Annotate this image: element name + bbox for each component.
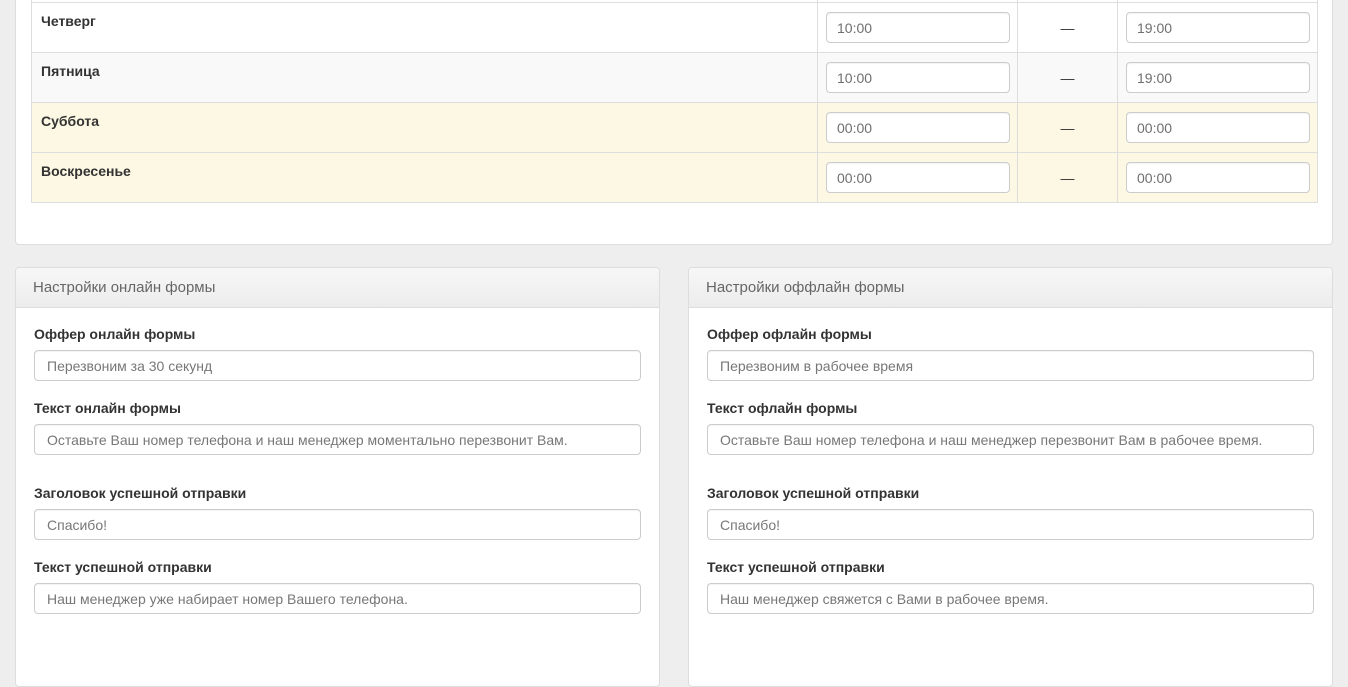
offline-form-settings-panel: Настройки оффлайн формы Оффер офлайн фор… [688, 267, 1333, 687]
time-range-dash: — [1018, 3, 1118, 53]
time-to-input[interactable] [1126, 12, 1310, 43]
day-label: Четверг [32, 3, 818, 53]
time-from-input[interactable] [826, 62, 1010, 93]
panel-title: Настройки онлайн формы [16, 268, 659, 308]
time-to-input[interactable] [1126, 112, 1310, 143]
online-success-title-group: Заголовок успешной отправки [34, 485, 641, 540]
offline-success-title-label: Заголовок успешной отправки [707, 485, 1314, 501]
day-label: Пятница [32, 53, 818, 103]
day-label: Воскресенье [32, 153, 818, 203]
schedule-row-friday: Пятница — [32, 53, 1318, 103]
offline-text-input[interactable] [707, 424, 1314, 455]
offline-form-settings-body: Оффер офлайн формы Текст офлайн формы За… [689, 308, 1332, 651]
offline-offer-group: Оффер офлайн формы [707, 326, 1314, 381]
offline-success-text-input[interactable] [707, 583, 1314, 614]
offline-offer-label: Оффер офлайн формы [707, 326, 1314, 342]
panel-title: Настройки оффлайн формы [689, 268, 1332, 308]
time-range-dash: — [1018, 153, 1118, 203]
offline-success-title-input[interactable] [707, 509, 1314, 540]
schedule-row-saturday: Суббота — [32, 103, 1318, 153]
working-hours-table: Четверг — Пятница — Суббота — Воскресень… [31, 0, 1318, 203]
online-offer-input[interactable] [34, 350, 641, 381]
offline-success-text-group: Текст успешной отправки [707, 559, 1314, 614]
online-success-text-label: Текст успешной отправки [34, 559, 641, 575]
schedule-row-sunday: Воскресенье — [32, 153, 1318, 203]
time-from-input[interactable] [826, 162, 1010, 193]
time-from-input[interactable] [826, 12, 1010, 43]
offline-text-group: Текст офлайн формы [707, 400, 1314, 455]
online-text-input[interactable] [34, 424, 641, 455]
time-to-input[interactable] [1126, 62, 1310, 93]
online-success-title-input[interactable] [34, 509, 641, 540]
online-form-settings-body: Оффер онлайн формы Текст онлайн формы За… [16, 308, 659, 651]
online-success-text-input[interactable] [34, 583, 641, 614]
time-to-input[interactable] [1126, 162, 1310, 193]
online-success-text-group: Текст успешной отправки [34, 559, 641, 614]
online-success-title-label: Заголовок успешной отправки [34, 485, 641, 501]
online-form-settings-panel: Настройки онлайн формы Оффер онлайн форм… [15, 267, 660, 687]
schedule-row-thursday: Четверг — [32, 3, 1318, 53]
time-range-dash: — [1018, 103, 1118, 153]
online-offer-group: Оффер онлайн формы [34, 326, 641, 381]
offline-text-label: Текст офлайн формы [707, 400, 1314, 416]
time-range-dash: — [1018, 53, 1118, 103]
schedule-panel: Четверг — Пятница — Суббота — Воскресень… [15, 0, 1333, 245]
offline-success-text-label: Текст успешной отправки [707, 559, 1314, 575]
online-offer-label: Оффер онлайн формы [34, 326, 641, 342]
offline-offer-input[interactable] [707, 350, 1314, 381]
offline-success-title-group: Заголовок успешной отправки [707, 485, 1314, 540]
online-text-group: Текст онлайн формы [34, 400, 641, 455]
day-label: Суббота [32, 103, 818, 153]
online-text-label: Текст онлайн формы [34, 400, 641, 416]
time-from-input[interactable] [826, 112, 1010, 143]
